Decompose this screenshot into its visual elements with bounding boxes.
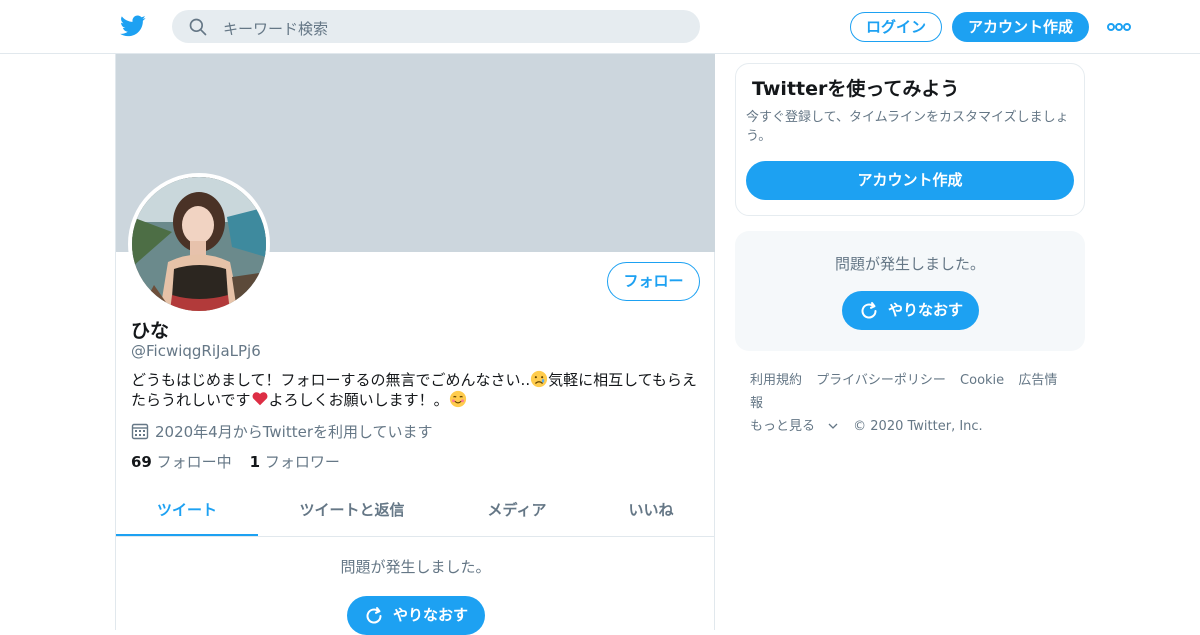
search-icon bbox=[189, 18, 207, 36]
signup-button[interactable]: アカウント作成 bbox=[952, 12, 1089, 42]
sidebar-retry-label: やりなおす bbox=[888, 301, 964, 319]
heart-icon bbox=[252, 392, 267, 406]
footer-second-row: もっと見る © 2020 Twitter, Inc. bbox=[750, 415, 1080, 438]
footer-copyright: © 2020 Twitter, Inc. bbox=[853, 419, 983, 434]
followers-label: フォロワー bbox=[264, 453, 340, 471]
search-input[interactable]: キーワード検索 bbox=[223, 18, 328, 39]
signup-card: Twitterを使ってみよう 今すぐ登録して、タイムラインをカスタマイズしましょ… bbox=[735, 63, 1085, 216]
timeline-error-message: 問題が発生しました。 bbox=[340, 558, 491, 576]
following-count: 69 bbox=[131, 453, 152, 471]
footer-link-privacy[interactable]: プライバシーポリシー bbox=[816, 373, 946, 388]
profile-tabs: ツイート ツイートと返信 メディア いいね bbox=[116, 484, 715, 537]
sidebar-error-card: 問題が発生しました。 やりなおす bbox=[735, 231, 1085, 351]
profile-name: ひな bbox=[131, 320, 170, 342]
avatar-photo bbox=[132, 177, 266, 311]
footer-more-link[interactable]: もっと見る bbox=[750, 419, 839, 434]
joined-text: 2020年4月からTwitterを利用しています bbox=[155, 423, 433, 441]
sad-face-icon bbox=[530, 370, 548, 388]
more-icon[interactable] bbox=[1107, 20, 1131, 34]
footer-links-row: 利用規約 プライバシーポリシー Cookie 広告情報 bbox=[750, 369, 1080, 415]
timeline-retry-button[interactable]: やりなおす bbox=[347, 596, 485, 635]
footer-link-cookie[interactable]: Cookie bbox=[960, 373, 1004, 388]
tab-tweets-replies[interactable]: ツイートと返信 bbox=[277, 484, 427, 536]
sidebar-error-message: 問題が発生しました。 bbox=[834, 255, 985, 273]
avatar[interactable] bbox=[128, 173, 270, 315]
chevron-down-icon bbox=[828, 423, 838, 429]
tab-likes[interactable]: いいね bbox=[606, 484, 696, 536]
sidebar-footer: 利用規約 プライバシーポリシー Cookie 広告情報 もっと見る © 2020… bbox=[750, 369, 1080, 438]
smiling-face-icon bbox=[449, 390, 466, 408]
follow-button[interactable]: フォロー bbox=[607, 262, 700, 301]
login-button[interactable]: ログイン bbox=[850, 12, 942, 42]
footer-link-terms[interactable]: 利用規約 bbox=[750, 373, 802, 388]
signup-card-button[interactable]: アカウント作成 bbox=[746, 161, 1074, 200]
twitter-logo-icon[interactable] bbox=[119, 13, 147, 39]
following-label: フォロー中 bbox=[156, 453, 232, 471]
timeline-retry-label: やりなおす bbox=[393, 606, 469, 624]
sidebar-retry-button[interactable]: やりなおす bbox=[842, 291, 979, 330]
footer-more-label: もっと見る bbox=[750, 419, 816, 434]
followers-link[interactable]: 1 フォロワー bbox=[250, 453, 340, 471]
refresh-icon bbox=[366, 607, 382, 624]
refresh-icon bbox=[861, 302, 877, 319]
search-box[interactable]: キーワード検索 bbox=[172, 10, 700, 43]
following-link[interactable]: 69 フォロー中 bbox=[131, 453, 232, 471]
calendar-icon bbox=[131, 423, 149, 440]
profile-bio: どうもはじめまして！フォローするの無言でごめんなさい.. 気軽に相互してもらえたら… bbox=[131, 370, 701, 410]
signup-card-description: 今すぐ登録して、タイムラインをカスタマイズしましょう。 bbox=[746, 110, 1069, 144]
bio-text-3: よろしくお願いします！。 bbox=[268, 391, 449, 409]
profile-handle: @FicwiqgRiJaLPj6 bbox=[131, 342, 261, 360]
follow-counts: 69 フォロー中 1 フォロワー bbox=[131, 451, 340, 472]
bio-text-1: どうもはじめまして！フォローするの無言でごめんなさい.. bbox=[131, 371, 531, 389]
top-bar: キーワード検索 ログイン アカウント作成 bbox=[0, 0, 1200, 54]
tab-media[interactable]: メディア bbox=[458, 484, 576, 536]
joined-date: 2020年4月からTwitterを利用しています bbox=[131, 421, 433, 442]
profile-column: フォロー ひな @FicwiqgRiJaLPj6 どうもはじめまして！フォローす… bbox=[115, 54, 715, 635]
tab-tweets[interactable]: ツイート bbox=[116, 484, 258, 536]
signup-card-title: Twitterを使ってみよう bbox=[752, 78, 960, 100]
followers-count: 1 bbox=[249, 453, 261, 471]
